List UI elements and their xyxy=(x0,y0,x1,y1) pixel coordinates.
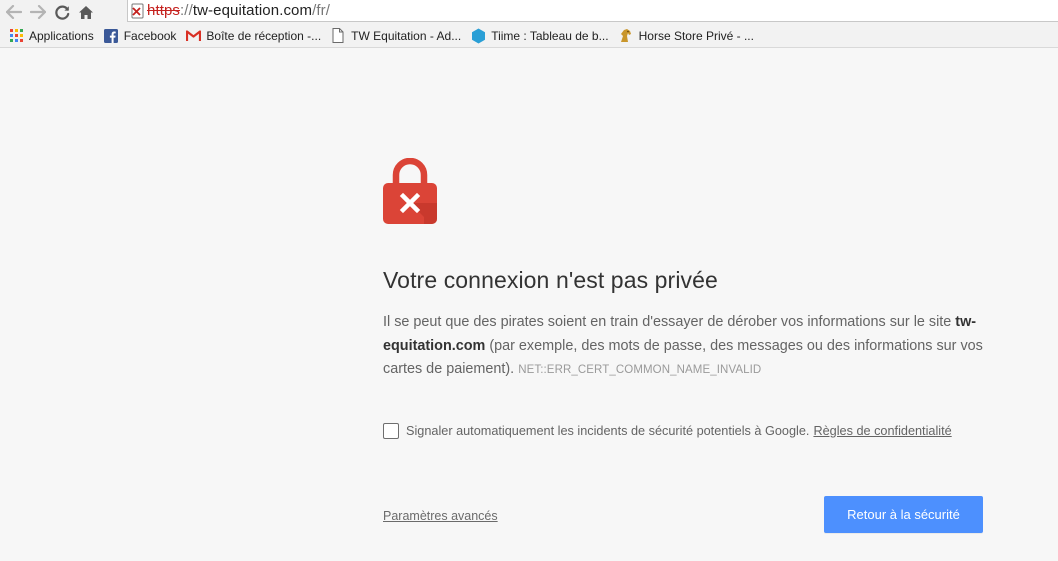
broken-lock-icon xyxy=(383,158,437,224)
bookmark-facebook[interactable]: Facebook xyxy=(101,26,184,46)
bookmark-gmail[interactable]: Boîte de réception -... xyxy=(183,26,328,46)
horse-icon xyxy=(618,28,634,44)
bookmark-applications[interactable]: Applications xyxy=(6,26,101,46)
error-explanation: Il se peut que des pirates soient en tra… xyxy=(383,311,983,383)
forward-button[interactable] xyxy=(28,2,48,22)
bookmark-tw-equitation[interactable]: TW Equitation - Ad... xyxy=(328,26,468,46)
report-label[interactable]: Signaler automatiquement les incidents d… xyxy=(406,424,809,438)
facebook-icon xyxy=(103,28,119,44)
report-checkbox[interactable] xyxy=(383,423,399,439)
page-title: Votre connexion n'est pas privée xyxy=(383,267,718,293)
safe-browsing-report-row: Signaler automatiquement les incidents d… xyxy=(383,423,952,439)
reload-button[interactable] xyxy=(52,2,72,22)
bookmark-label: Facebook xyxy=(123,28,177,43)
error-code[interactable]: NET::ERR_CERT_COMMON_NAME_INVALID xyxy=(518,364,761,376)
url-path: /fr/ xyxy=(312,2,331,19)
page-icon xyxy=(330,28,346,44)
apps-grid-icon xyxy=(8,28,24,44)
url-text[interactable]: https://tw-equitation.com/fr/ xyxy=(147,2,330,19)
arrow-left-icon xyxy=(6,5,22,19)
bookmark-label: Tiime : Tableau de b... xyxy=(491,28,609,43)
bookmark-label: TW Equitation - Ad... xyxy=(351,28,462,43)
back-button[interactable] xyxy=(4,2,24,22)
bookmark-label: Boîte de réception -... xyxy=(206,28,322,43)
home-icon xyxy=(79,5,93,19)
bookmark-label: Applications xyxy=(29,28,94,43)
bookmark-label: Horse Store Privé - ... xyxy=(638,28,754,43)
reload-icon xyxy=(54,5,69,20)
browser-toolbar: https://tw-equitation.com/fr/ xyxy=(0,0,1058,24)
advanced-settings-link[interactable]: Paramètres avancés xyxy=(383,509,498,523)
home-button[interactable] xyxy=(76,2,96,22)
address-bar[interactable]: https://tw-equitation.com/fr/ xyxy=(127,0,1058,22)
tiime-icon xyxy=(470,28,486,44)
url-host: tw-equitation.com xyxy=(192,2,313,19)
bookmark-tiime[interactable]: Tiime : Tableau de b... xyxy=(468,26,615,46)
gmail-icon xyxy=(185,28,201,44)
url-separator: :// xyxy=(180,2,193,19)
not-secure-icon[interactable] xyxy=(131,3,145,19)
explanation-part1: Il se peut que des pirates soient en tra… xyxy=(383,314,952,330)
privacy-policy-link[interactable]: Règles de confidentialité xyxy=(813,424,951,438)
arrow-right-icon xyxy=(30,5,46,19)
bookmark-horse-store[interactable]: Horse Store Privé - ... xyxy=(616,26,761,46)
back-to-safety-button[interactable]: Retour à la sécurité xyxy=(824,496,983,533)
bookmarks-bar: Applications Facebook Boîte de réception… xyxy=(0,24,1058,48)
url-scheme: https xyxy=(147,2,181,19)
